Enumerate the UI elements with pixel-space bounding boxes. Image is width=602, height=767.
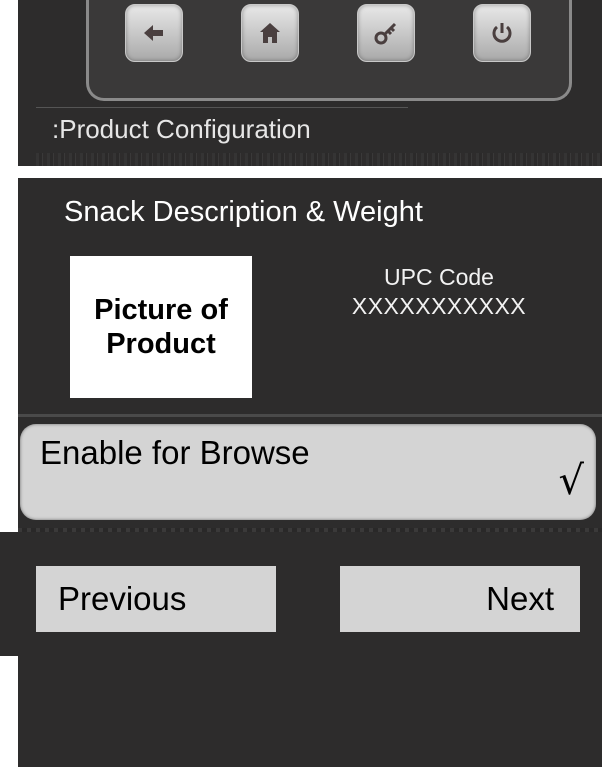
key-icon <box>374 22 397 45</box>
home-icon <box>260 23 280 43</box>
nav-bar <box>86 0 572 101</box>
enable-browse-label: Enable for Browse <box>40 434 310 471</box>
divider <box>18 414 602 417</box>
home-button[interactable] <box>241 4 299 62</box>
upc-label: UPC Code <box>384 264 494 290</box>
key-button[interactable] <box>357 4 415 62</box>
next-button[interactable]: Next <box>340 566 580 632</box>
upc-value: XXXXXXXXXXX <box>351 293 527 319</box>
back-arrow-icon <box>144 25 163 41</box>
upc-block: UPC Code XXXXXXXXXXX <box>316 262 562 320</box>
power-icon <box>492 23 512 43</box>
back-button[interactable] <box>125 4 183 62</box>
section-title: :Product Configuration <box>52 114 311 144</box>
enable-browse-toggle[interactable]: Enable for Browse √ <box>20 424 596 520</box>
header-area: :Product Configuration <box>18 0 602 180</box>
product-screen: Snack Description & Weight Picture of Pr… <box>18 178 602 767</box>
title-divider <box>36 107 408 108</box>
product-picture: Picture of Product <box>70 256 252 398</box>
snack-heading: Snack Description & Weight <box>64 196 423 228</box>
picture-placeholder-text: Picture of Product <box>94 294 228 360</box>
previous-button[interactable]: Previous <box>36 566 276 632</box>
power-button[interactable] <box>473 4 531 62</box>
gap <box>0 166 602 178</box>
checkmark-icon: √ <box>558 458 585 504</box>
screen-edge <box>0 532 18 656</box>
row-texture <box>18 528 602 532</box>
